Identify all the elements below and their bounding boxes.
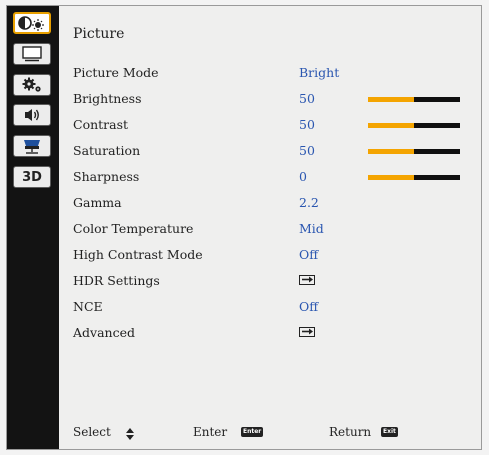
saturation-slider[interactable] [368,149,460,154]
setup-gears-icon [22,77,41,92]
brightness-slider[interactable] [368,97,460,102]
menu-row-value: Off [299,299,319,314]
menu-row-label: Picture Mode [73,65,159,80]
menu-row-picture-mode[interactable]: Picture Mode Bright [73,65,473,83]
sidebar-item-3d[interactable]: 3D [13,166,51,188]
menu-row-sharpness[interactable]: Sharpness 0 [73,169,473,187]
enter-hint-label: Enter [193,425,228,439]
menu-row-value: 50 [299,143,315,158]
select-hint-label: Select [73,425,111,439]
submenu-arrow-icon[interactable] [299,275,315,285]
sidebar: 3D [7,6,59,449]
menu-row-color-temperature[interactable]: Color Temperature Mid [73,221,473,239]
slider-fill [368,149,414,154]
menu-row-label: Brightness [73,91,142,106]
submenu-arrow-icon[interactable] [299,327,315,337]
sidebar-item-display[interactable] [13,43,51,65]
sidebar-item-audio[interactable] [13,104,51,126]
exit-key-icon: Exit [381,427,398,437]
menu-row-brightness[interactable]: Brightness 50 [73,91,473,109]
menu-row-high-contrast-mode[interactable]: High Contrast Mode Off [73,247,473,265]
display-screen-icon [22,46,42,62]
sharpness-slider[interactable] [368,175,460,180]
menu-row-label: Contrast [73,117,129,132]
menu-row-saturation[interactable]: Saturation 50 [73,143,473,161]
menu-row-hdr-settings[interactable]: HDR Settings [73,273,473,291]
contrast-slider[interactable] [368,123,460,128]
enter-key-icon: Enter [241,427,264,437]
menu-row-label: Saturation [73,143,141,158]
projector-options-icon [24,140,40,154]
page-title: Picture [73,26,125,42]
menu-row-gamma[interactable]: Gamma 2.2 [73,195,473,213]
menu-row-label: HDR Settings [73,273,160,288]
return-hint-label: Return [329,425,372,439]
menu-row-value: 50 [299,91,315,106]
menu-row-contrast[interactable]: Contrast 50 [73,117,473,135]
slider-fill [368,175,414,180]
sidebar-item-options[interactable] [13,135,51,157]
menu-row-label: Color Temperature [73,221,194,236]
sidebar-item-setup[interactable] [13,74,51,96]
menu-row-value: Off [299,247,319,262]
picture-menu-panel: Picture Picture Mode Bright Brightness 5… [59,6,481,449]
menu-row-value: Bright [299,65,340,80]
menu-row-nce[interactable]: NCE Off [73,299,473,317]
sidebar-item-picture[interactable] [13,12,51,34]
picture-settings-icon [18,16,44,31]
menu-row-label: Gamma [73,195,122,210]
menu-row-value: 50 [299,117,315,132]
footer-hints: Select Enter Enter Return Exit [73,425,473,443]
menu-row-label: Advanced [73,325,135,340]
menu-row-value: 0 [299,169,307,184]
menu-row-label: Sharpness [73,169,140,184]
menu-row-advanced[interactable]: Advanced [73,325,473,343]
3d-icon: 3D [22,169,42,185]
menu-row-label: NCE [73,299,103,314]
slider-fill [368,97,414,102]
slider-fill [368,123,414,128]
menu-row-value: Mid [299,221,324,236]
speaker-icon [25,109,39,121]
osd-menu-window: 3D Picture Picture Mode Bright Brightnes… [6,5,482,450]
menu-row-value: 2.2 [299,195,319,210]
menu-row-label: High Contrast Mode [73,247,203,262]
up-down-arrows-icon [125,428,135,443]
